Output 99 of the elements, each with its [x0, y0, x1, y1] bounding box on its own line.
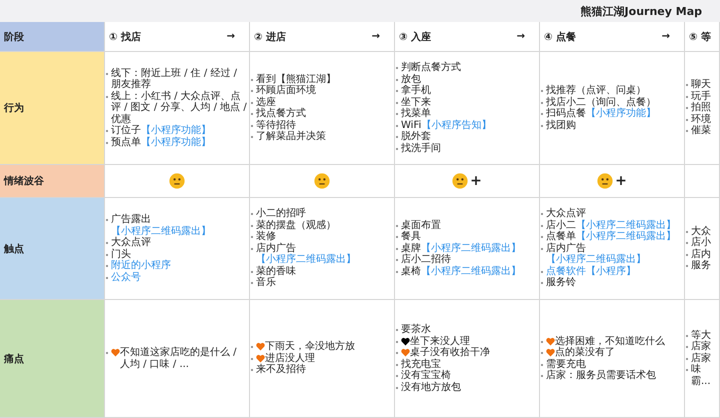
stage-title: ④ 点餐	[544, 30, 576, 44]
list-item: 广告露出 【小程序二维码露出】	[111, 214, 212, 236]
list-item: 找洗手间	[401, 142, 441, 154]
list-item: 预点单【小程序功能】	[111, 136, 211, 148]
feature-link[interactable]: 【小程序二维码露出】	[421, 266, 521, 277]
list-item: 门头	[111, 248, 131, 260]
row-label: 情绪波谷	[0, 165, 105, 198]
arrow-glyph: →	[662, 31, 670, 42]
feature-link[interactable]: 【小程序告知】	[421, 120, 492, 130]
list-item: 订位子【小程序功能】	[111, 125, 211, 136]
list-item: 聊天	[691, 79, 711, 90]
list-item: 桌子没有收拾干净	[410, 347, 490, 358]
list-item: 店内广告 【小程序二维码露出】	[546, 242, 647, 266]
list-item: 店家	[691, 341, 711, 352]
list-item: 坐下来	[401, 96, 431, 108]
list-item: 店小二招待	[401, 254, 451, 266]
list-item: 音乐	[256, 277, 276, 289]
list-item: 不知道这家店吃的是什么 / 人均 / 口味 / ...	[120, 347, 238, 370]
list-item: 等待招待	[256, 120, 296, 130]
feature-link[interactable]: 【小程序二维码露出】	[256, 254, 356, 266]
list-item: 判断点餐方式	[401, 62, 461, 74]
list-item: 要茶水	[401, 324, 431, 336]
list-item: 店内广告 【小程序二维码露出】	[256, 242, 357, 266]
list-item: 线下：附近上班 / 住 / 经过 / 朋友推荐	[111, 68, 238, 90]
list-item: 没有宝宝椅	[401, 370, 451, 382]
list-item: 进店没人理	[265, 352, 315, 364]
list-item: 看到【熊猫江湖】	[256, 74, 336, 84]
list-item: 点餐单【小程序二维码露出】	[546, 231, 676, 242]
list-item: 了解菜品并决策	[256, 131, 326, 142]
list-item: 店家	[691, 352, 711, 364]
list-item: 找充电宝	[401, 358, 441, 370]
stage-title: ③ 入座	[399, 30, 431, 44]
list-item: 玩手	[691, 90, 711, 102]
list-item: 没有地方放包	[401, 382, 461, 393]
list-item: 大众点评	[546, 208, 586, 220]
list-item: 扫码点餐【小程序功能】	[546, 108, 656, 120]
list-item: 选座	[256, 96, 276, 108]
row-label: 行为	[0, 52, 105, 165]
stage-title: ② 进店	[254, 30, 286, 44]
feature-link[interactable]: 【小程序二维码露出】	[576, 220, 676, 231]
list-item: 找点餐方式	[256, 108, 306, 120]
list-item: 服务	[691, 260, 711, 272]
list-item: 菜的香味	[256, 266, 296, 277]
row-label: 痛点	[0, 300, 105, 418]
feature-link[interactable]: 【小程序二维码露出】	[546, 254, 646, 266]
list-item: 拿手机	[401, 85, 431, 96]
row-label: 阶段	[0, 22, 105, 52]
list-item: 桌面布置	[401, 220, 441, 231]
list-item: 大众	[691, 226, 711, 236]
list-item: 线上：小红书 / 大众点评、点评 / 图文 / 分享、人均 / 地点 / 优惠	[111, 90, 248, 125]
list-item: 餐具	[401, 231, 421, 242]
arrow-glyph: →	[226, 31, 235, 42]
list-item: 装修	[256, 231, 276, 242]
list-item: WiFi【小程序告知】	[401, 120, 492, 131]
list-item: 放包	[401, 74, 421, 84]
feature-link[interactable]: 【小程序功能】	[141, 125, 211, 136]
list-item: 选择困难，不知道吃什么	[555, 336, 665, 346]
feature-link[interactable]: 【小程序二维码露出】	[576, 231, 676, 242]
feature-link[interactable]: 【小程序功能】	[586, 108, 656, 119]
stage-title: ① 找店	[109, 30, 141, 44]
list-item: 找推荐（点评、问桌）	[546, 85, 646, 96]
list-item: 味霸...	[691, 364, 712, 388]
list-item: 找店小二（询问、点餐）	[546, 96, 656, 108]
list-item: 等大	[691, 330, 711, 341]
list-item: 坐下来没人理	[410, 336, 470, 346]
list-item: 店小二【小程序二维码露出】	[546, 220, 676, 231]
list-item: 点餐软件【小程序】	[546, 266, 636, 277]
list-item: 菜的摆盘（观感）	[256, 220, 336, 231]
list-item: 来不及招待	[256, 364, 306, 376]
list-item: 公众号	[111, 272, 141, 283]
list-item: 需要充电	[546, 358, 586, 370]
list-item: 找菜单	[401, 108, 431, 120]
feature-link[interactable]: 【小程序二维码露出】	[421, 242, 521, 254]
list-item: 服务铃	[546, 277, 576, 289]
map-title: 熊猫江湖Journey Map	[580, 4, 702, 18]
list-item: 桌牌【小程序二维码露出】	[401, 242, 521, 254]
list-item: 桌椅【小程序二维码露出】	[401, 266, 521, 278]
list-item: 店内	[691, 248, 711, 260]
arrow-glyph: →	[516, 31, 525, 42]
list-item: 店家：服务员需要话术包	[546, 370, 656, 382]
list-item: 小二的招呼	[256, 208, 306, 220]
list-item: 环顾店面环境	[256, 85, 316, 96]
list-item: 脱外套	[401, 131, 431, 142]
plus-glyph: +	[470, 173, 482, 189]
list-item: 大众点评	[111, 237, 151, 248]
list-item: 附近的小程序	[111, 260, 171, 272]
list-item: 点的菜没有了	[555, 347, 615, 358]
list-item: 找团购	[546, 120, 576, 131]
feature-link[interactable]: 【小程序功能】	[141, 136, 211, 148]
list-item: 下雨天，伞没地方放	[265, 341, 355, 352]
row-label: 触点	[0, 198, 105, 300]
list-item: 拍照	[691, 102, 711, 114]
arrow-glyph: →	[372, 31, 380, 42]
plus-glyph: +	[615, 173, 627, 189]
list-item: 店小	[691, 237, 711, 248]
list-item: 环境	[691, 114, 711, 125]
list-item: 催菜	[691, 125, 711, 137]
feature-link[interactable]: 【小程序二维码露出】	[111, 226, 211, 236]
stage-title: ⑤ 等	[689, 30, 711, 44]
